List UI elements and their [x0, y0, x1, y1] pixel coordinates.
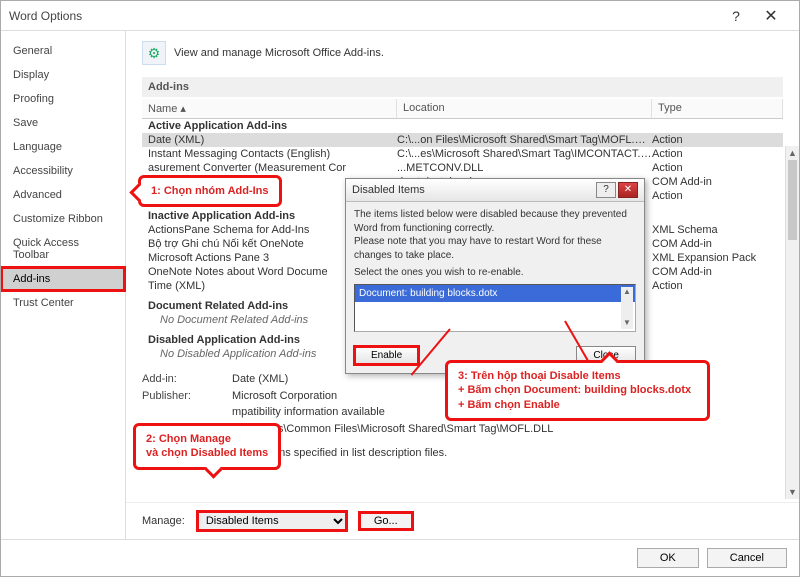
table-row[interactable]: Date (XML)C:\...on Files\Microsoft Share…: [142, 133, 783, 147]
sidebar-item-quick-access[interactable]: Quick Access Toolbar: [1, 231, 125, 267]
group-active: Active Application Add-ins: [142, 120, 397, 132]
sidebar-item-accessibility[interactable]: Accessibility: [1, 159, 125, 183]
dialog-msg3: Select the ones you wish to re-enable.: [354, 266, 636, 280]
disabled-items-listbox[interactable]: Document: building blocks.dotx ▲ ▼: [354, 284, 636, 332]
manage-select[interactable]: Disabled Items: [197, 511, 347, 531]
sidebar-item-trust-center[interactable]: Trust Center: [1, 291, 125, 315]
addins-header-text: View and manage Microsoft Office Add-ins…: [174, 47, 384, 59]
title-bar: Word Options ? ✕: [1, 1, 799, 31]
sidebar-item-language[interactable]: Language: [1, 135, 125, 159]
dialog-title: Disabled Items: [352, 184, 594, 196]
table-row[interactable]: asurement Converter (Measurement Cor...M…: [142, 161, 783, 175]
list-item[interactable]: Document: building blocks.dotx: [355, 285, 635, 303]
scroll-thumb[interactable]: [788, 160, 797, 240]
col-type[interactable]: Type: [652, 99, 783, 118]
go-button[interactable]: Go...: [359, 512, 413, 530]
sidebar-item-save[interactable]: Save: [1, 111, 125, 135]
dialog-help-icon[interactable]: ?: [596, 182, 616, 198]
manage-label: Manage:: [142, 515, 185, 527]
close-icon[interactable]: ✕: [751, 6, 791, 26]
callout-3: 3: Trên hộp thoại Disable Items + Bấm ch…: [445, 360, 710, 421]
help-icon[interactable]: ?: [721, 8, 751, 24]
enable-button[interactable]: Enable: [354, 346, 419, 365]
callout-2: 2: Chọn Manage và chọn Disabled Items: [133, 423, 281, 470]
table-row[interactable]: Instant Messaging Contacts (English)C:\.…: [142, 147, 783, 161]
cancel-button[interactable]: Cancel: [707, 548, 787, 568]
dialog-close-icon[interactable]: ✕: [618, 182, 638, 198]
col-location[interactable]: Location: [397, 99, 652, 118]
scroll-up-icon[interactable]: ▲: [786, 146, 799, 160]
manage-row: Manage: Disabled Items Go...: [126, 502, 799, 539]
sidebar: General Display Proofing Save Language A…: [1, 31, 126, 539]
sidebar-item-advanced[interactable]: Advanced: [1, 183, 125, 207]
section-addins: Add-ins: [142, 77, 783, 97]
sidebar-item-customize-ribbon[interactable]: Customize Ribbon: [1, 207, 125, 231]
sidebar-item-addins[interactable]: Add-ins: [1, 267, 125, 291]
dialog-msg2: Please note that you may have to restart…: [354, 235, 636, 262]
ok-button[interactable]: OK: [637, 548, 699, 568]
disabled-items-dialog: Disabled Items ? ✕ The items listed belo…: [345, 178, 645, 374]
sidebar-item-general[interactable]: General: [1, 39, 125, 63]
callout-1: 1: Chọn nhóm Add-Ins: [138, 175, 282, 207]
table-header: Name ▴ Location Type: [142, 99, 783, 119]
vertical-scrollbar[interactable]: ▲ ▼: [785, 146, 799, 499]
dialog-msg1: The items listed below were disabled bec…: [354, 208, 636, 235]
col-name[interactable]: Name ▴: [142, 99, 397, 118]
window-title: Word Options: [9, 9, 721, 23]
list-scroll-down-icon[interactable]: ▼: [623, 318, 631, 329]
scroll-down-icon[interactable]: ▼: [786, 485, 799, 499]
sidebar-item-display[interactable]: Display: [1, 63, 125, 87]
addins-header-icon: ⚙: [142, 41, 166, 65]
sidebar-item-proofing[interactable]: Proofing: [1, 87, 125, 111]
list-scroll-up-icon[interactable]: ▲: [623, 287, 631, 298]
footer: OK Cancel: [1, 539, 799, 576]
